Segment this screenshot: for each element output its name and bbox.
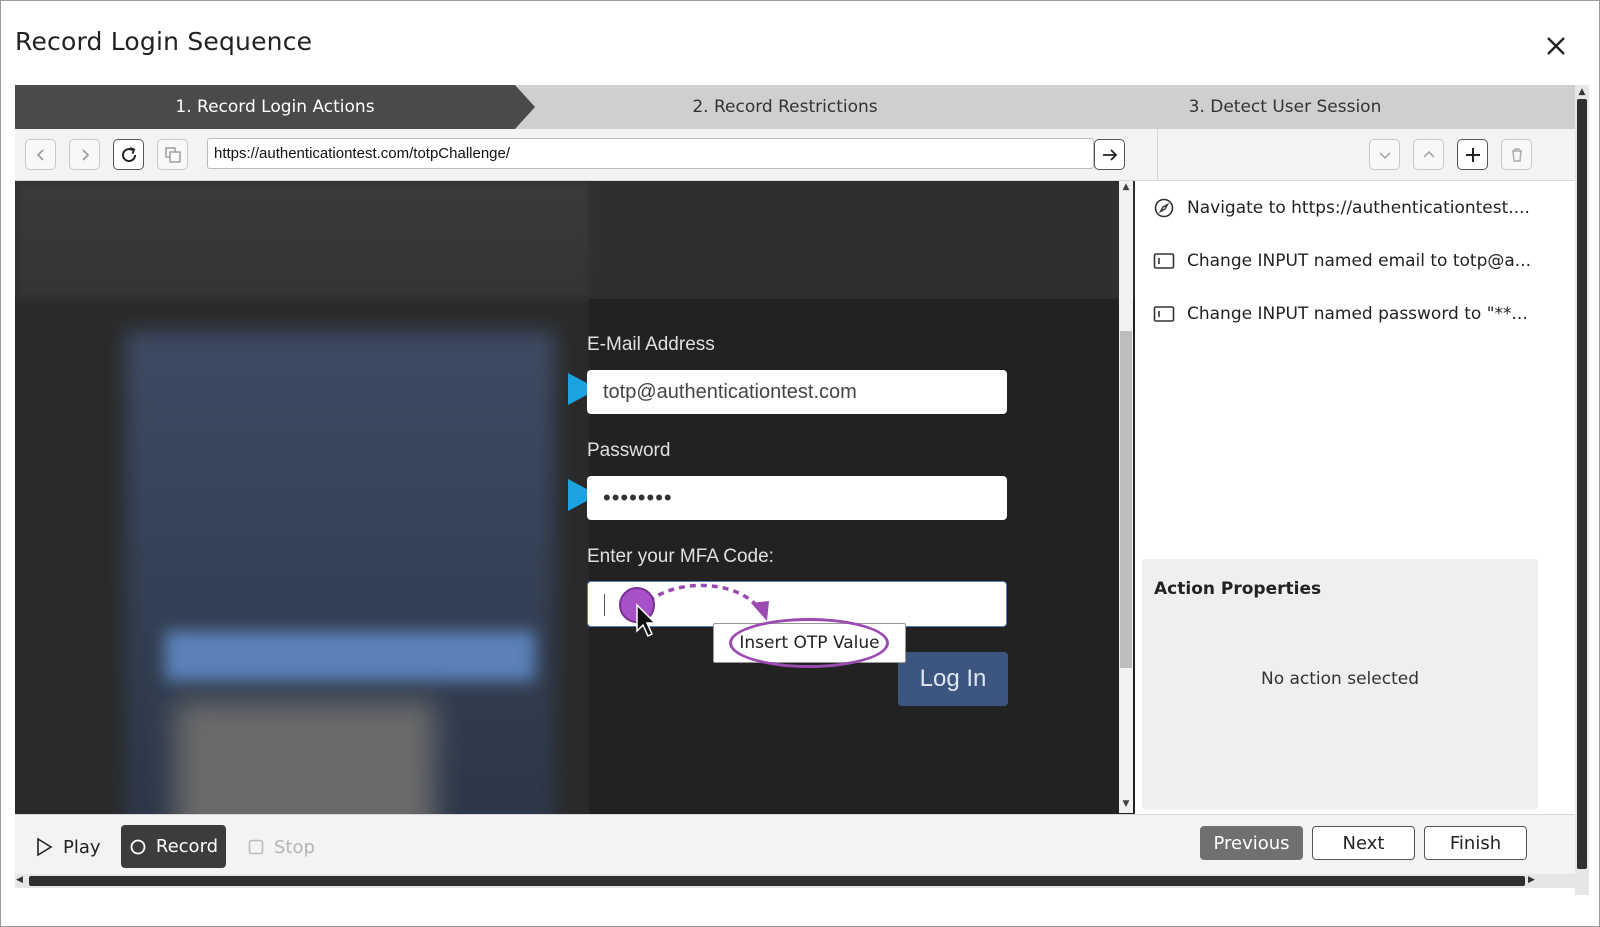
arrow-right-icon [1102,148,1117,161]
email-field[interactable]: totp@authenticationtest.com [587,370,1007,414]
back-button[interactable] [25,139,56,170]
chevron-up-icon [1422,150,1435,158]
scroll-up-icon[interactable]: ▲ [1576,86,1588,98]
action-item-label: Change INPUT named password to "**... [1187,304,1528,324]
record-button[interactable]: Record [121,825,226,868]
play-icon [37,837,53,857]
action-item[interactable]: Change INPUT named password to "**... [1153,299,1528,329]
no-action-selected-text: No action selected [1260,669,1419,689]
stop-button[interactable]: Stop [248,833,315,861]
email-label: E-Mail Address [587,334,715,355]
close-icon [1547,37,1565,55]
forward-button[interactable] [69,139,100,170]
trash-icon [1511,147,1522,162]
blurred-page-banner [589,181,1138,299]
url-input[interactable]: https://authenticationtest.com/totpChall… [207,138,1094,169]
reload-button[interactable] [113,139,144,170]
plus-icon [1465,147,1480,162]
toolbar-divider [1157,129,1158,181]
scroll-left-icon[interactable]: ◀ [16,875,23,885]
step-record-restrictions[interactable]: 2. Record Restrictions [535,85,1035,129]
record-login-dialog: Record Login Sequence 1. Record Login Ac… [0,0,1600,927]
go-button[interactable] [1094,139,1125,170]
scroll-down-icon[interactable]: ▼ [1576,859,1588,871]
log-in-button[interactable]: Log In [898,652,1008,706]
action-item-label: Change INPUT named email to totp@a... [1187,251,1532,271]
dialog-horizontal-scroll-thumb[interactable] [29,876,1525,886]
dialog-vertical-scroll-thumb[interactable] [1577,99,1587,869]
viewport-scroll-up-icon[interactable]: ▲ [1120,182,1132,192]
action-item-label: Navigate to https://authenticationtest..… [1187,198,1530,218]
action-properties-title: Action Properties [1154,579,1322,599]
play-button[interactable]: Play [35,833,101,861]
chevron-right-icon [81,148,89,161]
add-action-button[interactable] [1457,139,1488,170]
password-label: Password [587,440,671,461]
compass-icon [1153,197,1175,219]
chevron-down-icon [1378,151,1391,159]
input-field-icon [1153,250,1175,272]
viewport-scroll-thumb[interactable] [1120,331,1132,668]
scroll-right-icon[interactable]: ▶ [1528,875,1535,885]
move-action-down-button[interactable] [1369,139,1400,170]
copy-icon [164,146,181,163]
password-field[interactable]: •••••••• [587,476,1007,520]
reload-icon [121,146,136,162]
finish-button[interactable]: Finish [1424,826,1527,860]
stop-label: Stop [274,836,315,858]
action-item[interactable]: Change INPUT named email to totp@a... [1153,246,1531,276]
step-record-login-actions[interactable]: 1. Record Login Actions [15,85,535,129]
next-button[interactable]: Next [1312,826,1415,860]
record-label: Record [155,836,219,857]
delete-action-button[interactable] [1501,139,1532,170]
text-cursor [604,594,605,616]
record-icon [130,839,146,854]
input-field-icon [1153,303,1175,325]
dotted-arrow-head-icon [751,601,769,621]
click-annotation [619,583,769,638]
wizard-stepper: 1. Record Login Actions 2. Record Restri… [15,85,1575,129]
step-detect-user-session[interactable]: 3. Detect User Session [1035,85,1535,129]
blurred-button [165,631,535,681]
move-action-up-button[interactable] [1413,139,1444,170]
dotted-arrow-path [647,583,763,613]
mfa-label: Enter your MFA Code: [587,546,774,567]
copy-button[interactable] [157,139,188,170]
dialog-title: Record Login Sequence [15,27,313,56]
viewport-scroll-down-icon[interactable]: ▼ [1120,799,1132,809]
previous-button[interactable]: Previous [1200,826,1303,860]
action-item[interactable]: Navigate to https://authenticationtest..… [1153,193,1530,223]
play-label: Play [63,836,101,858]
stop-icon [248,839,264,855]
browser-toolbar: https://authenticationtest.com/totpChall… [15,129,1575,181]
chevron-left-icon [36,148,44,161]
close-button[interactable] [1539,29,1573,63]
blurred-image [175,701,435,831]
